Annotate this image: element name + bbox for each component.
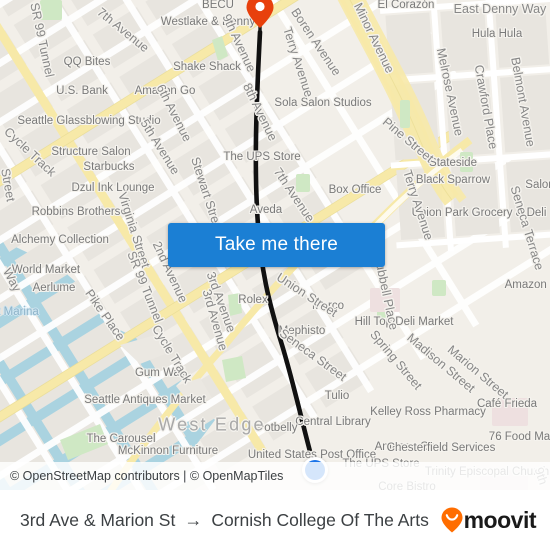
map-screenshot-root: BECU El Corazón Westlake & Denny QQ Bites Sh… xyxy=(0,0,550,550)
moovit-logo: moovit xyxy=(441,506,537,534)
route-origin-label: 3rd Ave & Marion St xyxy=(20,509,176,530)
route-summary: 3rd Ave & Marion St → Cornish College Of… xyxy=(20,510,441,531)
map-attribution[interactable]: © OpenStreetMap contributors | © OpenMap… xyxy=(0,462,550,490)
moovit-pin-icon xyxy=(441,507,463,533)
take-me-there-button[interactable]: Take me there xyxy=(168,223,385,267)
map-canvas[interactable]: BECU El Corazón Westlake & Denny QQ Bites Sh… xyxy=(0,0,550,490)
arrow-right-icon: → xyxy=(184,509,203,530)
route-destination-label: Cornish College Of The Arts xyxy=(211,509,429,530)
moovit-wordmark: moovit xyxy=(463,506,537,533)
footer-bar: 3rd Ave & Marion St → Cornish College Of… xyxy=(0,490,550,550)
